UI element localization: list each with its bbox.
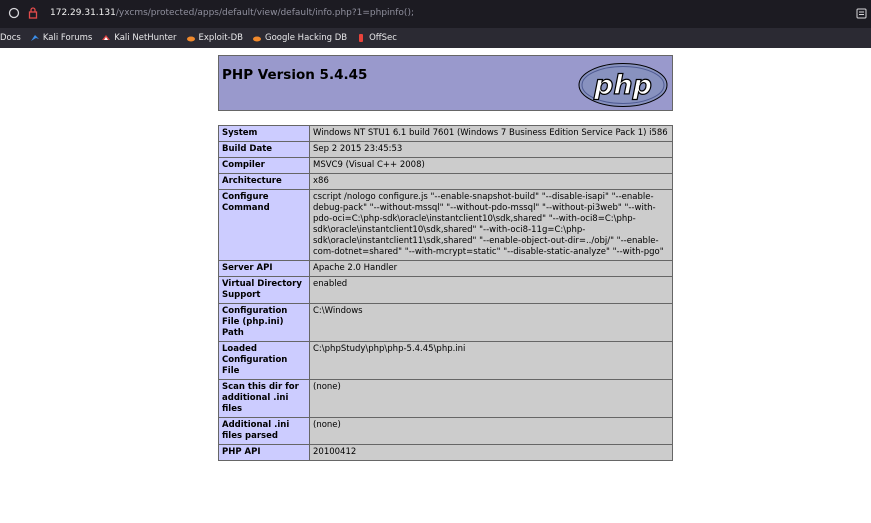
- setting-name: PHP API: [218, 444, 310, 461]
- ghdb-icon: [253, 36, 261, 42]
- bookmark-docs[interactable]: Docs: [0, 33, 21, 43]
- setting-name: Configure Command: [218, 189, 310, 261]
- kali-icon: [30, 35, 39, 41]
- insecure-lock-icon[interactable]: [28, 7, 38, 19]
- bookmark-exploit-db[interactable]: Exploit-DB: [186, 33, 244, 43]
- bookmark-label: Google Hacking DB: [265, 33, 348, 43]
- setting-name: Virtual Directory Support: [218, 276, 310, 304]
- bookmark-label: OffSec: [369, 33, 397, 43]
- table-row: Configuration File (php.ini) Path C:\Wind…: [218, 303, 673, 342]
- table-row: Configure Command cscript /nologo configu…: [218, 189, 673, 261]
- php-logo-text: php: [593, 70, 652, 101]
- table-row: Virtual Directory Support enabled: [218, 276, 673, 304]
- url-path: /yxcms/protected/apps/default/view/defau…: [115, 8, 414, 18]
- setting-name: Build Date: [218, 141, 310, 158]
- table-row: Build Date Sep 2 2015 23:45:53: [218, 141, 673, 158]
- setting-name: Server API: [218, 260, 310, 277]
- url-text[interactable]: 172.29.31.131/yxcms/protected/apps/defau…: [50, 8, 414, 18]
- setting-value: (none): [309, 379, 673, 418]
- table-row: Additional .ini files parsed (none): [218, 417, 673, 445]
- page-content: PHP Version 5.4.45 php System Windows NT …: [0, 48, 871, 523]
- bookmark-label: Docs: [0, 33, 21, 43]
- exploitdb-icon: [186, 36, 195, 42]
- setting-value: cscript /nologo configure.js "--enable-s…: [309, 189, 673, 261]
- setting-value: enabled: [309, 276, 673, 304]
- setting-value: Windows NT STU1 6.1 build 7601 (Windows …: [309, 125, 673, 142]
- info-table: System Windows NT STU1 6.1 build 7601 (Wi…: [218, 125, 673, 461]
- setting-value: Apache 2.0 Handler: [309, 260, 673, 277]
- bookmark-google-hacking-db[interactable]: Google Hacking DB: [252, 33, 347, 43]
- bookmark-label: Kali Forums: [42, 33, 93, 43]
- bookmark-label: Kali NetHunter: [114, 33, 177, 43]
- bookmark-label: Exploit-DB: [198, 33, 244, 43]
- offsec-icon: [359, 34, 364, 42]
- setting-name: Architecture: [218, 173, 310, 190]
- table-row: Architecture x86: [218, 173, 673, 190]
- setting-name: Scan this dir for additional .ini files: [218, 379, 310, 418]
- table-row: System Windows NT STU1 6.1 build 7601 (Wi…: [218, 125, 673, 142]
- nethunter-icon: [102, 35, 111, 40]
- url-bar[interactable]: 172.29.31.131/yxcms/protected/apps/defau…: [0, 0, 871, 28]
- setting-value: (none): [309, 417, 673, 445]
- table-row: Scan this dir for additional .ini files(…: [218, 379, 673, 418]
- shield-icon[interactable]: [8, 7, 20, 19]
- setting-value: Sep 2 2015 23:45:53: [309, 141, 673, 158]
- php-header: PHP Version 5.4.45 php: [218, 55, 673, 111]
- url-host: 172.29.31.131: [50, 8, 116, 18]
- setting-value: C:\Windows: [309, 303, 673, 342]
- bookmark-kali-nethunter[interactable]: Kali NetHunter: [101, 33, 177, 43]
- table-row: Compiler MSVC9 (Visual C++ 2008): [218, 157, 673, 174]
- bookmarks-toolbar: Docs Kali Forums Kali NetHunter Exploit-…: [0, 28, 871, 48]
- bookmark-offsec[interactable]: OffSec: [356, 33, 397, 43]
- page-title: PHP Version 5.4.45: [222, 67, 368, 83]
- setting-value: x86: [309, 173, 673, 190]
- setting-name: System: [218, 125, 310, 142]
- table-row: Loaded Configuration File C:\phpStudy\php…: [218, 341, 673, 380]
- setting-name: Configuration File (php.ini) Path: [218, 303, 310, 342]
- table-row: Server API Apache 2.0 Handler: [218, 260, 673, 277]
- bookmark-kali-forums[interactable]: Kali Forums: [30, 33, 92, 43]
- table-row: PHP API 20100412: [218, 444, 673, 461]
- setting-value: C:\phpStudy\php\php-5.4.45\php.ini: [309, 341, 673, 380]
- php-logo: php: [578, 63, 668, 107]
- setting-value: 20100412: [309, 444, 673, 461]
- setting-value: MSVC9 (Visual C++ 2008): [309, 157, 673, 174]
- setting-name: Compiler: [218, 157, 310, 174]
- reader-view-icon[interactable]: [856, 8, 867, 19]
- setting-name: Loaded Configuration File: [218, 341, 310, 380]
- setting-name: Additional .ini files parsed: [218, 417, 310, 445]
